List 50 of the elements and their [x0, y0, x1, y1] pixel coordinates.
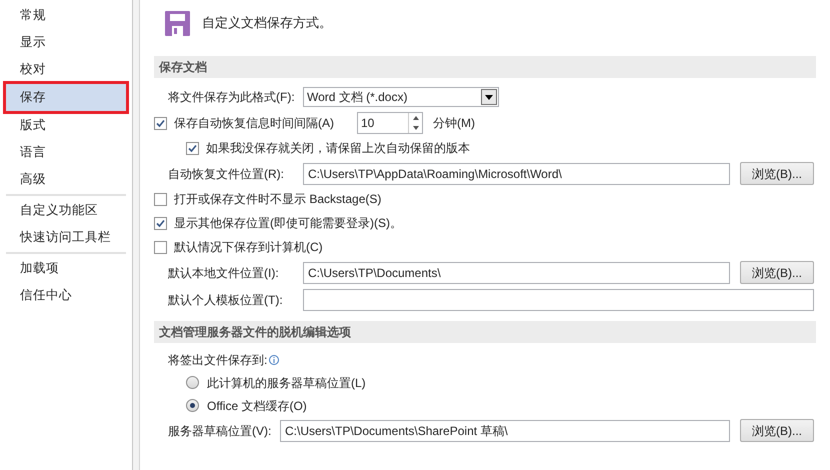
spin-arrows-icon	[408, 113, 422, 133]
section-header: 保存文档	[154, 56, 816, 78]
field-label: 默认个人模板位置(T):	[168, 292, 284, 308]
section-header: 文档管理服务器文件的脱机编辑选项	[154, 321, 816, 343]
format-dropdown[interactable]: Word 文档 (*.docx)	[303, 87, 499, 107]
sidebar-item[interactable]: 校对	[6, 56, 126, 83]
path-input-field[interactable]	[303, 288, 814, 310]
browse-button[interactable]: 浏览(B)...	[740, 162, 814, 185]
path-input-field[interactable]: C:\Users\TP\Documents\	[303, 262, 730, 284]
browse-button[interactable]: 浏览(B)...	[740, 261, 814, 284]
checkbox[interactable]	[186, 142, 199, 154]
radio-button[interactable]	[186, 399, 199, 412]
check-icon	[156, 118, 165, 128]
field-label: 服务器草稿位置(V):	[168, 422, 272, 440]
field-label: 自动恢复文件位置(R):	[168, 166, 285, 182]
field-label: 默认本地文件位置(I):	[168, 264, 280, 282]
sidebar-item[interactable]: 语言	[6, 139, 126, 166]
info-icon	[269, 355, 280, 365]
radio-label: Office 文档缓存(O)	[207, 398, 307, 414]
sidebar-item[interactable]: 自定义功能区	[6, 197, 126, 224]
path-input-field[interactable]: C:\Users\TP\AppData\Roaming\Microsoft\Word\	[303, 162, 730, 184]
sidebar-item[interactable]: 高级	[6, 166, 126, 193]
checkbox-label: 默认情况下保存到计算机(C)	[174, 239, 323, 256]
header-title: 自定义文档保存方式。	[202, 14, 332, 32]
checkbox[interactable]	[154, 216, 167, 230]
checkbox-label: 如果我没保存就关闭，请保留上次自动保留的版本	[206, 140, 470, 157]
field-label: 将文件保存为此格式(F):	[168, 89, 296, 106]
checkbox-label: 保存自动恢复信息时间间隔(A)	[174, 115, 335, 132]
sidebar-item[interactable]: 保存	[6, 84, 126, 111]
sidebar-item[interactable]: 信任中心	[6, 282, 126, 309]
checkbox[interactable]	[154, 240, 167, 254]
path-input-field[interactable]: C:\Users\TP\Documents\SharePoint 草稿\	[280, 420, 730, 442]
option-label: 将签出文件保存到:	[168, 352, 268, 369]
sidebar-item[interactable]: 显示	[6, 29, 126, 56]
checkbox-label: 打开或保存文件时不显示 Backstage(S)	[174, 191, 382, 208]
sidebar-item[interactable]: 版式	[6, 112, 126, 139]
radio-label: 此计算机的服务器草稿位置(L)	[207, 374, 366, 392]
checkbox[interactable]	[154, 192, 167, 206]
checkbox-label: 显示其他保存位置(即使可能需要登录)(S)。	[174, 215, 402, 232]
check-icon	[156, 218, 165, 228]
sidebar-item[interactable]: 常规	[6, 2, 126, 29]
checkbox[interactable]	[154, 116, 167, 130]
save-floppy-icon	[165, 10, 190, 36]
sidebar-item[interactable]: 快速访问工具栏	[6, 224, 126, 251]
unit-label: 分钟(M)	[433, 115, 475, 132]
interval-spinbox[interactable]: 10	[357, 112, 423, 134]
browse-button[interactable]: 浏览(B)...	[740, 419, 814, 442]
sidebar-item[interactable]: 加载项	[6, 255, 126, 282]
check-icon	[188, 144, 197, 152]
radio-button[interactable]	[186, 376, 199, 389]
